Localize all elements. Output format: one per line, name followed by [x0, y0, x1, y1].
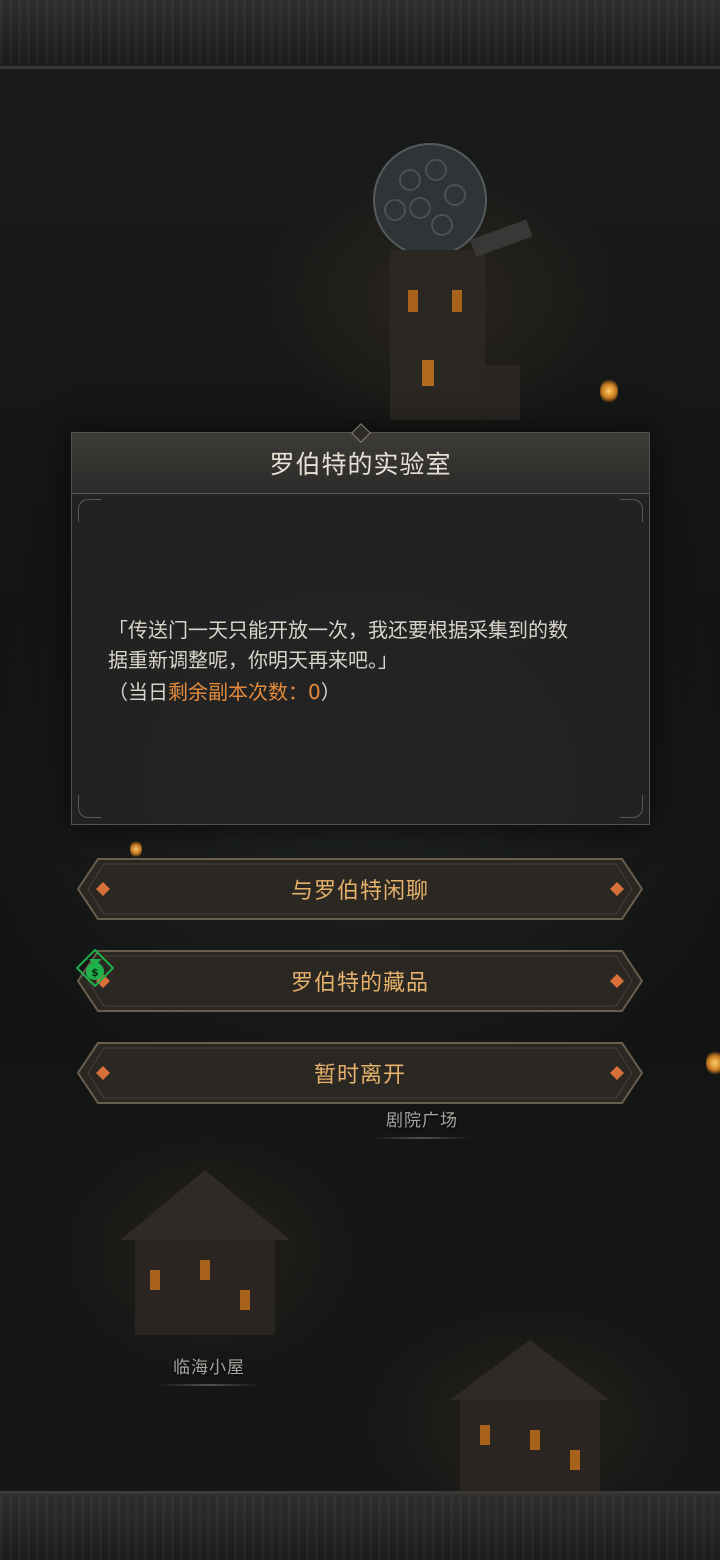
option-label: 暂时离开	[313, 1063, 406, 1088]
remaining-count-label: 剩余副本次数：0	[168, 680, 321, 704]
chat-with-robert-button[interactable]: 与罗伯特闲聊	[76, 857, 644, 921]
corner-ornament	[78, 795, 101, 818]
count-suffix: ）	[320, 680, 341, 704]
leave-for-now-button[interactable]: 暂时离开	[76, 1041, 644, 1105]
harbor-house-building	[450, 1340, 610, 1500]
option-label: 罗伯特的藏品	[290, 971, 429, 996]
map-label-text: 剧院广场	[386, 1111, 458, 1131]
bottom-frame-border	[0, 1491, 720, 1560]
map-label-seaside-hut[interactable]: 临海小屋	[159, 1353, 259, 1386]
corner-ornament	[78, 499, 101, 522]
seaside-hut-building	[120, 1170, 290, 1335]
dialog-line-2: 据重新调整呢，你明天再来吧。」	[108, 648, 398, 672]
map-label-underline	[372, 1137, 472, 1139]
top-frame-border	[0, 0, 720, 69]
lab-tower-building	[373, 143, 533, 420]
corner-ornament	[620, 499, 643, 522]
map-label-text: 临海小屋	[173, 1358, 245, 1378]
torch-light	[600, 378, 618, 404]
option-label: 与罗伯特闲聊	[290, 879, 429, 904]
corner-ornament	[620, 795, 643, 818]
dialog-title: 罗伯特的实验室	[269, 450, 452, 479]
torch-light	[130, 840, 142, 858]
torch-light	[706, 1050, 720, 1076]
remaining-count-line: （当日剩余副本次数：0）	[108, 677, 620, 707]
dialog-line-1: 「传送门一天只能开放一次，我还要根据采集到的数	[108, 618, 568, 642]
robert-collection-button[interactable]: $ 罗伯特的藏品	[76, 949, 644, 1013]
dialog-body-text: 「传送门一天只能开放一次，我还要根据采集到的数 据重新调整呢，你明天再来吧。」 …	[108, 615, 620, 707]
map-label-theater-square[interactable]: 剧院广场	[372, 1106, 472, 1139]
map-label-underline	[159, 1384, 259, 1386]
npc-dialog-panel: 罗伯特的实验室 「传送门一天只能开放一次，我还要根据采集到的数 据重新调整呢，你…	[71, 423, 650, 825]
count-prefix: （当日	[108, 680, 168, 704]
